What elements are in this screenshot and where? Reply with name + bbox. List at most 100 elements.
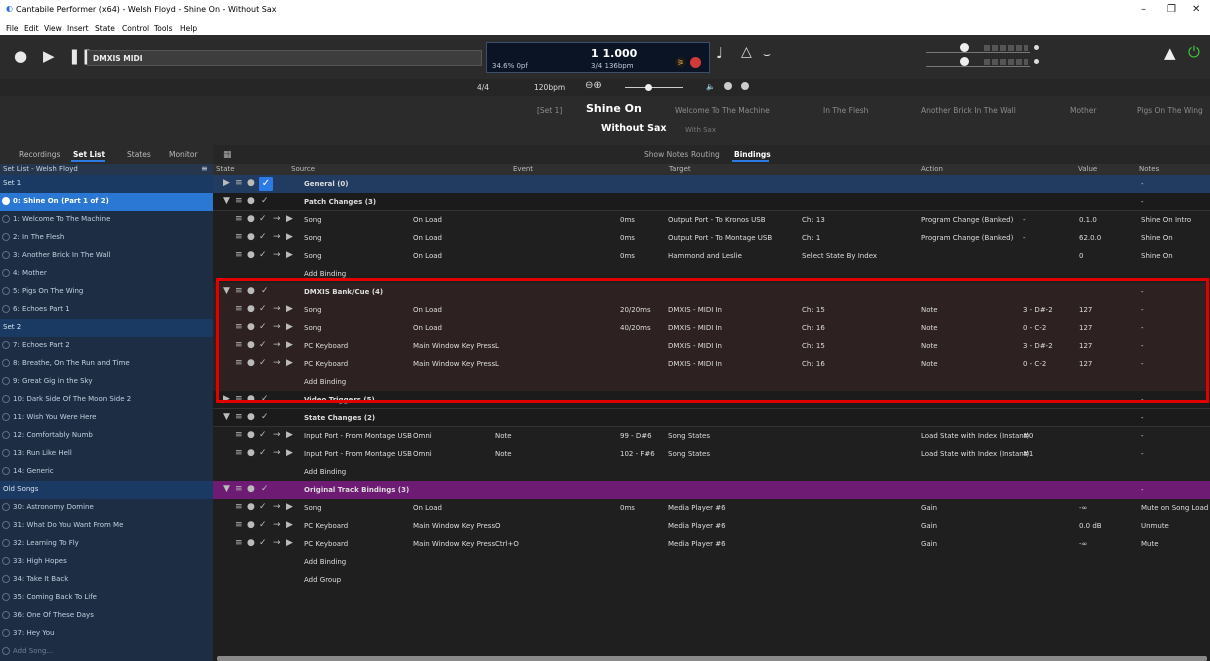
play-icon[interactable]: ▶ [286,250,293,260]
target-detail[interactable]: Ch: 1 [802,234,820,242]
master-volume-slider[interactable] [625,87,683,88]
source[interactable]: Song [304,234,322,242]
source-detail[interactable]: Main Window Key Press [413,540,495,548]
list-item[interactable]: 4: Mother [0,265,213,283]
part-tab[interactable]: With Sax [685,126,716,134]
table-row[interactable]: ≡ ● ✓ → ▶ PC Keyboard Main Window Key Press Ctr… [213,535,1210,553]
action-detail[interactable]: #1 [1023,450,1033,458]
list-item[interactable]: 6: Echoes Part 1 [0,301,213,319]
list-item[interactable]: Add Song... [0,643,213,661]
speaker-icon[interactable]: 🔈 [706,82,715,91]
source-detail[interactable]: On Load [413,216,442,224]
add-link[interactable]: Add Binding [304,558,346,566]
col-target[interactable]: Target [669,165,691,173]
tab-routing[interactable]: Routing [691,150,720,159]
source-detail[interactable]: Omni [413,450,432,458]
target[interactable]: Output Port - To Montage USB [668,234,772,242]
menu-icon[interactable]: ≡ [235,232,243,242]
menu-tools[interactable]: Tools [154,24,172,33]
state-dot-icon[interactable]: ● [247,250,255,260]
table-row[interactable]: ≡ ● ✓ → ▶ Song On Load 0ms Media Player #6 Gain -∞… [213,499,1210,517]
menu-icon[interactable]: ≡ [235,448,243,458]
arrow-icon[interactable]: → [273,520,281,530]
list-item[interactable]: 0: Shine On (Part 1 of 2) [0,193,213,211]
power-icon[interactable]: ⏻ [1188,43,1200,61]
action[interactable]: Load State with Index (Instant) [921,450,1029,458]
expand-icon[interactable]: ▼ [223,196,230,206]
group-row[interactable]: ▼ ≡ ● ✓ Patch Changes (3) - [213,193,1210,211]
arrow-icon[interactable]: → [273,448,281,458]
check-icon[interactable]: ✓ [259,538,267,548]
menu-control[interactable]: Control [122,24,149,33]
group-row[interactable]: ▼ ≡ ● ✓ State Changes (2) - [213,409,1210,427]
list-item[interactable]: 11: Wish You Were Here [0,409,213,427]
target[interactable]: Song States [668,450,710,458]
monitor-dot-icon[interactable] [741,82,749,90]
menu-icon[interactable]: ≡ [235,520,243,530]
group-row[interactable]: ▶ ≡ ● ✓ General (0) - [213,175,1210,193]
loop-icon[interactable]: ⌣ [763,47,771,62]
state-dot-icon[interactable]: ● [247,520,255,530]
add-link[interactable]: Add Group [304,576,341,584]
check-icon[interactable]: ✓ [259,214,267,224]
state-dot-icon[interactable]: ● [247,430,255,440]
add-row[interactable]: Add Group [213,571,1210,589]
list-item[interactable]: 8: Breathe, On The Run and Time [0,355,213,373]
event-detail[interactable]: 0ms [620,216,635,224]
table-row[interactable]: ≡ ● ✓ → ▶ Song On Load 0ms Output Port - To Mont… [213,229,1210,247]
action[interactable]: Gain [921,540,937,548]
value[interactable]: 0.1.0 [1079,216,1097,224]
source-detail[interactable]: Main Window Key Press [413,522,495,530]
target[interactable]: Hammond and Leslie [668,252,742,260]
menu-state[interactable]: State [95,24,115,33]
play-icon[interactable]: ▶ [286,538,293,548]
tempo-stepper-icon[interactable]: ⊖⊕ [585,80,602,91]
arrow-icon[interactable]: → [273,250,281,260]
source-detail[interactable]: On Load [413,234,442,242]
song-tab[interactable]: Pigs On The Wing [1137,106,1203,115]
event[interactable]: Note [495,450,512,458]
arrow-icon[interactable]: → [273,214,281,224]
source-detail[interactable]: On Load [413,504,442,512]
menu-insert[interactable]: Insert [67,24,89,33]
list-item[interactable]: 3: Another Brick In The Wall [0,247,213,265]
group-row[interactable]: ▼ ≡ ● ✓ Original Track Bindings (3) - [213,481,1210,499]
target[interactable]: Output Port - To Kronos USB [668,216,766,224]
source[interactable]: Song [304,252,322,260]
maximize-button[interactable]: ❐ [1167,4,1176,15]
action[interactable]: Load State with Index (Instant) [921,432,1029,440]
action[interactable]: Program Change (Banked) [921,216,1013,224]
list-item[interactable]: 14: Generic [0,463,213,481]
list-item[interactable]: 7: Echoes Part 2 [0,337,213,355]
check-icon[interactable]: ✓ [261,412,269,422]
event[interactable]: Ctrl+O [495,540,519,548]
table-row[interactable]: ≡ ● ✓ → ▶ Song On Load 0ms Output Port - To Kron… [213,211,1210,229]
slider-knob[interactable] [645,84,652,91]
add-link[interactable]: Add Binding [304,468,346,476]
list-item[interactable]: 36: One Of These Days [0,607,213,625]
list-item[interactable]: 13: Run Like Hell [0,445,213,463]
metronome-note-icon[interactable]: ♩ [716,44,723,62]
table-row[interactable]: ≡ ● ✓ → ▶ Input Port - From Montage USB Omni No… [213,427,1210,445]
state-dot-icon[interactable]: ● [247,448,255,458]
action-detail[interactable]: - [1023,234,1026,242]
menu-icon[interactable]: ≡ [235,412,243,422]
play-icon[interactable]: ▶ [286,520,293,530]
add-row[interactable]: Add Binding [213,463,1210,481]
arrow-icon[interactable]: → [273,538,281,548]
source[interactable]: PC Keyboard [304,540,348,548]
list-item[interactable]: 10: Dark Side Of The Moon Side 2 [0,391,213,409]
state-dot-icon[interactable]: ● [247,232,255,242]
list-item[interactable]: 35: Coming Back To Life [0,589,213,607]
menu-icon[interactable]: ≡ [201,164,208,173]
source[interactable]: Input Port - From Montage USB [304,450,412,458]
song-tab[interactable]: In The Flesh [823,106,868,115]
source-detail[interactable]: On Load [413,252,442,260]
menu-icon[interactable]: ≡ [235,250,243,260]
target-detail[interactable]: Ch: 13 [802,216,825,224]
expand-icon[interactable]: ▼ [223,412,230,422]
state-dot-icon[interactable]: ● [247,178,255,188]
tab-states[interactable]: States [127,150,151,159]
state-dot-icon[interactable]: ● [247,196,255,206]
menu-view[interactable]: View [44,24,62,33]
